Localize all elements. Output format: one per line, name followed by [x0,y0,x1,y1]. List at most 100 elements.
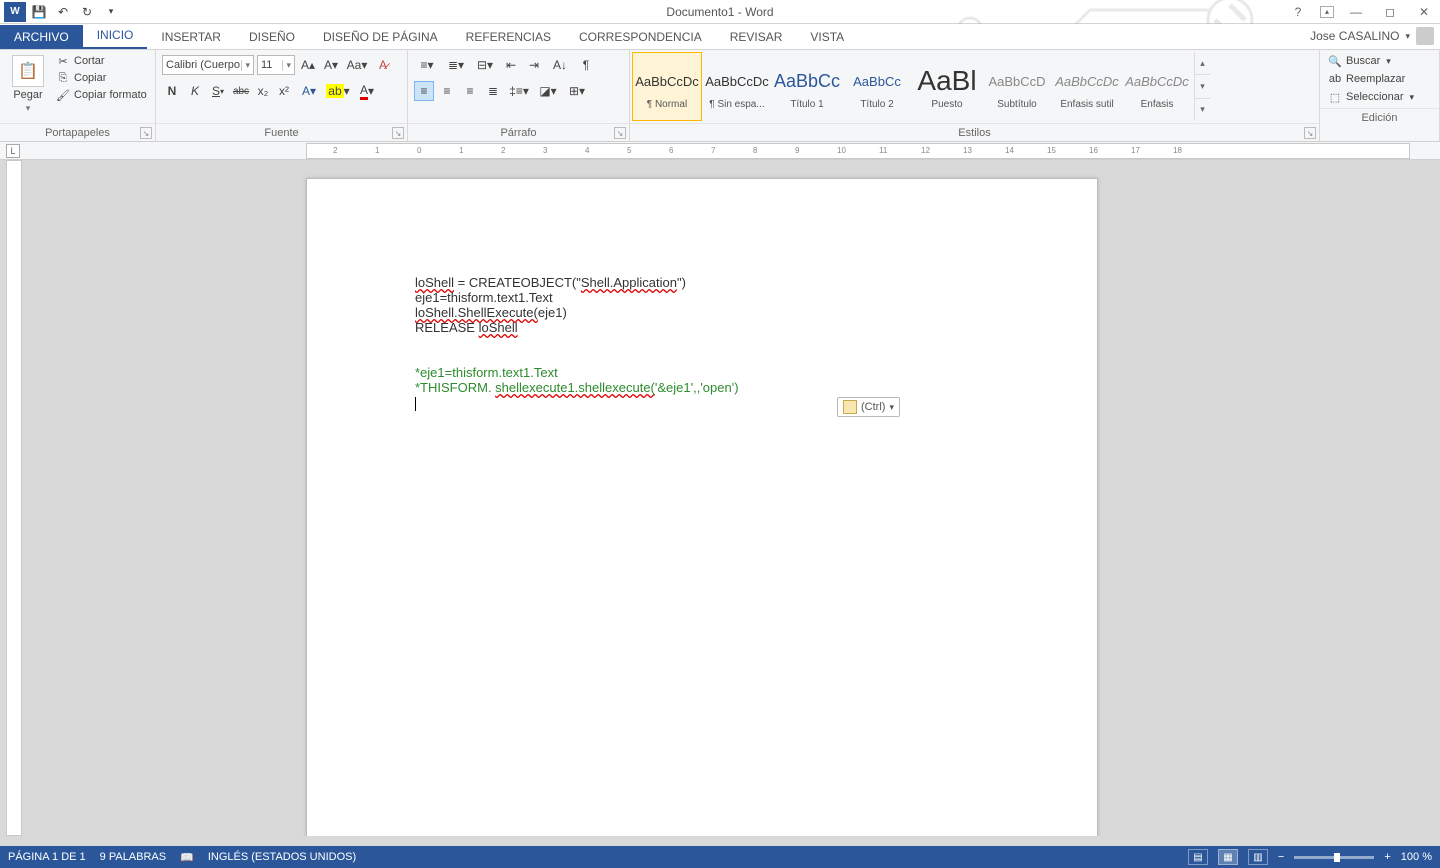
bold-button[interactable]: N [162,81,182,101]
paste-button[interactable]: 📋 Pegar ▾ [6,53,50,114]
paste-options-icon [843,400,857,414]
tab-inicio[interactable]: INICIO [83,23,148,49]
style-t-tulo-2[interactable]: AaBbCcTítulo 2 [842,52,912,121]
status-page[interactable]: PÁGINA 1 DE 1 [8,851,86,863]
subscript-button[interactable]: x₂ [254,81,272,101]
window-title: Documento1 - Word [666,5,773,19]
styles-row-up[interactable]: ▴ [1195,52,1210,75]
status-proof-icon[interactable]: 📖 [180,851,194,864]
clipboard-launcher[interactable]: ↘ [140,127,152,139]
clear-format-button[interactable]: A̷ [373,55,393,75]
workspace: loShell = CREATEOBJECT("Shell.Applicatio… [0,160,1440,836]
highlight-button[interactable]: ab▾ [325,81,351,101]
styles-launcher[interactable]: ↘ [1304,127,1316,139]
cut-button[interactable]: ✂Cortar [54,53,149,69]
group-styles: AaBbCcDc¶ NormalAaBbCcDc¶ Sin espa...AaB… [630,50,1320,141]
font-color-button[interactable]: A▾ [354,81,380,101]
style-subt-tulo[interactable]: AaBbCcDSubtítulo [982,52,1052,121]
sort-button[interactable]: A↓ [547,55,573,75]
styles-row-down[interactable]: ▾ [1195,75,1210,98]
quick-access-toolbar: W 💾 ↶ ↻ ▾ [0,2,122,22]
ribbon-tabs: ARCHIVO INICIO INSERTAR DISEÑO DISEÑO DE… [0,24,1440,50]
document-content[interactable]: loShell = CREATEOBJECT("Shell.Applicatio… [415,275,1017,411]
justify-button[interactable]: ≣ [483,81,503,101]
select-button[interactable]: ⬚Seleccionar▾ [1326,89,1433,105]
zoom-level[interactable]: 100 % [1401,851,1432,863]
style---sin-espa---[interactable]: AaBbCcDc¶ Sin espa... [702,52,772,121]
copy-button[interactable]: ⎘Copiar [54,70,149,86]
numbering-button[interactable]: ≣▾ [443,55,469,75]
styles-more-button[interactable]: ▾ [1195,99,1210,121]
align-right-button[interactable]: ≡ [460,81,480,101]
change-case-button[interactable]: Aa▾ [344,55,370,75]
shading-button[interactable]: ◪▾ [535,81,561,101]
font-name-combo[interactable]: Calibri (Cuerpo▾ [162,55,254,75]
view-read-button[interactable]: ▤ [1188,849,1208,865]
decrease-indent-button[interactable]: ⇤ [501,55,521,75]
superscript-button[interactable]: x² [275,81,293,101]
tab-revisar[interactable]: REVISAR [716,25,797,49]
strike-button[interactable]: abc [231,81,251,101]
qat-more-icon[interactable]: ▾ [100,2,122,22]
multilevel-button[interactable]: ⊟▾ [472,55,498,75]
format-painter-button[interactable]: 🖌Copiar formato [54,87,149,103]
view-print-button[interactable]: ▦ [1218,849,1238,865]
show-marks-button[interactable]: ¶ [576,55,596,75]
replace-button[interactable]: abReemplazar [1326,71,1433,87]
status-words[interactable]: 9 PALABRAS [100,851,166,863]
underline-button[interactable]: S▾ [208,81,228,101]
zoom-out-button[interactable]: − [1278,851,1284,863]
view-web-button[interactable]: ▥ [1248,849,1268,865]
ruler-horizontal-row: L 3210123456789101112131415161718 [0,142,1440,160]
tab-correspondencia[interactable]: CORRESPONDENCIA [565,25,716,49]
tab-diseno[interactable]: DISEÑO [235,25,309,49]
style--nfasis-sutil[interactable]: AaBbCcDcÉnfasis sutil [1052,52,1122,121]
borders-button[interactable]: ⊞▾ [564,81,590,101]
save-icon[interactable]: 💾 [28,2,50,22]
maximize-icon[interactable]: ◻ [1378,2,1402,22]
undo-icon[interactable]: ↶ [52,2,74,22]
style--nfasis[interactable]: AaBbCcDcÉnfasis [1122,52,1192,121]
document-page[interactable]: loShell = CREATEOBJECT("Shell.Applicatio… [306,178,1098,836]
cut-icon: ✂ [56,54,70,68]
tab-insertar[interactable]: INSERTAR [147,25,235,49]
find-button[interactable]: 🔍Buscar▾ [1326,53,1433,69]
minimize-icon[interactable]: — [1344,2,1368,22]
word-icon: W [4,2,26,22]
zoom-slider[interactable] [1294,856,1374,859]
tab-diseno-pagina[interactable]: DISEÑO DE PÁGINA [309,25,452,49]
ribbon-options-icon[interactable]: ▴ [1320,6,1334,18]
paste-options-button[interactable]: (Ctrl) ▾ [837,397,900,417]
status-language[interactable]: INGLÉS (ESTADOS UNIDOS) [208,851,356,863]
style-t-tulo-1[interactable]: AaBbCcTítulo 1 [772,52,842,121]
close-icon[interactable]: ✕ [1412,2,1436,22]
ruler-horizontal[interactable]: 3210123456789101112131415161718 [306,143,1410,159]
paragraph-launcher[interactable]: ↘ [614,127,626,139]
grow-font-button[interactable]: A▴ [298,55,318,75]
tab-vista[interactable]: VISTA [796,25,858,49]
redo-icon[interactable]: ↻ [76,2,98,22]
increase-indent-button[interactable]: ⇥ [524,55,544,75]
font-launcher[interactable]: ↘ [392,127,404,139]
group-editing: 🔍Buscar▾ abReemplazar ⬚Seleccionar▾ Edic… [1320,50,1440,141]
line-spacing-button[interactable]: ‡≡▾ [506,81,532,101]
tab-file[interactable]: ARCHIVO [0,25,83,49]
tab-stop-selector[interactable]: L [6,144,20,158]
italic-button[interactable]: K [185,81,205,101]
align-left-button[interactable]: ≡ [414,81,434,101]
help-icon[interactable]: ? [1286,2,1310,22]
ruler-vertical[interactable] [6,160,22,836]
font-size-combo[interactable]: 11▾ [257,55,295,75]
style-puesto[interactable]: AaBlPuesto [912,52,982,121]
replace-icon: ab [1328,72,1342,86]
paste-icon: 📋 [12,55,44,87]
tab-referencias[interactable]: REFERENCIAS [452,25,565,49]
bullets-button[interactable]: ≡▾ [414,55,440,75]
copy-icon: ⎘ [56,71,70,85]
zoom-in-button[interactable]: + [1384,851,1390,863]
align-center-button[interactable]: ≡ [437,81,457,101]
text-effects-button[interactable]: A▾ [296,81,322,101]
shrink-font-button[interactable]: A▾ [321,55,341,75]
user-account[interactable]: Jose CASALINO▾ [1310,27,1434,45]
style---normal[interactable]: AaBbCcDc¶ Normal [632,52,702,121]
